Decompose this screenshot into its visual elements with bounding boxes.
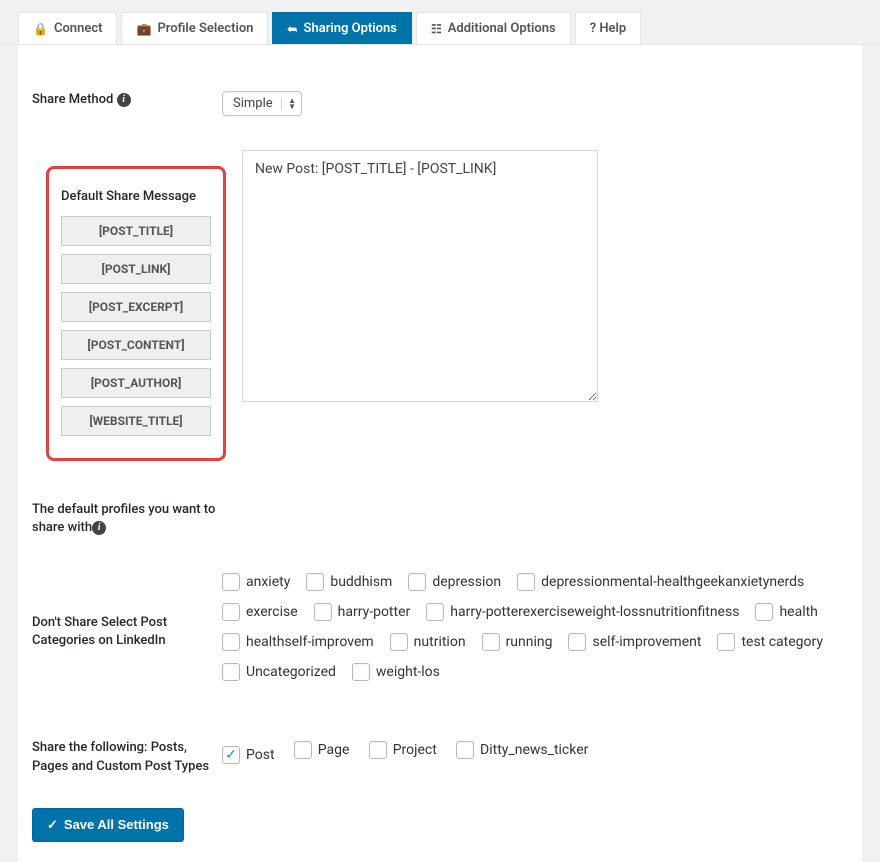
- tab-help[interactable]: ? Help: [575, 12, 642, 44]
- save-button-label: Save All Settings: [64, 817, 169, 832]
- tab-label: Sharing Options: [304, 21, 397, 36]
- info-icon[interactable]: i: [117, 93, 131, 107]
- category-item[interactable]: depressionmental-healthgeekanxietynerds: [517, 573, 804, 591]
- category-item[interactable]: depression: [408, 573, 501, 591]
- category-item[interactable]: running: [482, 633, 553, 651]
- checkbox-icon: [352, 663, 370, 681]
- category-item[interactable]: harry-potterexerciseweight-lossnutrition…: [426, 603, 739, 621]
- post-type-item[interactable]: Project: [369, 741, 437, 759]
- default-message-row: Default Share Message [POST_TITLE] [POST…: [18, 134, 862, 461]
- token-post-excerpt[interactable]: [POST_EXCERPT]: [61, 292, 211, 322]
- checkbox-icon: [369, 741, 387, 759]
- category-item[interactable]: buddhism: [306, 573, 392, 591]
- tab-connect[interactable]: 🔒 Connect: [18, 12, 117, 44]
- checkbox-icon: [755, 603, 773, 621]
- category-item[interactable]: health: [755, 603, 817, 621]
- check-icon: ✓: [47, 817, 58, 833]
- checkbox-icon: [482, 633, 500, 651]
- checkbox-icon: [294, 741, 312, 759]
- post-type-item[interactable]: Ditty_news_ticker: [456, 741, 588, 759]
- lock-icon: 🔒: [33, 22, 48, 36]
- checkbox-icon: [222, 633, 240, 651]
- post-types-list: ✓Post Page Project Ditty_news_ticker: [222, 741, 848, 774]
- tab-label: ? Help: [590, 21, 627, 36]
- info-icon[interactable]: i: [92, 521, 106, 535]
- category-item[interactable]: weight-los: [352, 663, 440, 681]
- post-type-item[interactable]: Page: [294, 741, 350, 759]
- tab-additional-options[interactable]: ☷ Additional Options: [416, 12, 571, 44]
- token-post-title[interactable]: [POST_TITLE]: [61, 216, 211, 246]
- briefcase-icon: 💼: [136, 22, 151, 36]
- profiles-row: The default profiles you want to share w…: [18, 461, 862, 555]
- checkbox-icon: [314, 603, 332, 621]
- share-method-row: Share Method i Simple ▲▼: [18, 55, 862, 134]
- tab-label: Additional Options: [448, 21, 556, 36]
- category-item[interactable]: Uncategorized: [222, 663, 336, 681]
- checkbox-icon: [456, 741, 474, 759]
- category-item[interactable]: exercise: [222, 603, 298, 621]
- post-types-label: Share the following: Posts, Pages and Cu…: [32, 739, 222, 775]
- categories-list: anxiety buddhism depression depressionme…: [222, 573, 848, 691]
- checkbox-icon: [517, 573, 535, 591]
- default-share-message-textarea[interactable]: [242, 150, 598, 402]
- checkbox-icon: [408, 573, 426, 591]
- profiles-label: The default profiles you want to share w…: [32, 501, 222, 537]
- token-website-title[interactable]: [WEBSITE_TITLE]: [61, 406, 211, 436]
- category-item[interactable]: healthself-improvem: [222, 633, 374, 651]
- select-arrows-icon: ▲▼: [281, 98, 299, 110]
- tab-label: Profile Selection: [157, 21, 253, 36]
- checkbox-icon: [568, 633, 586, 651]
- category-item[interactable]: anxiety: [222, 573, 290, 591]
- token-post-content[interactable]: [POST_CONTENT]: [61, 330, 211, 360]
- category-item[interactable]: nutrition: [390, 633, 466, 651]
- post-types-row: Share the following: Posts, Pages and Cu…: [18, 709, 862, 793]
- checkbox-icon: [222, 603, 240, 621]
- tab-label: Connect: [54, 21, 103, 36]
- category-item[interactable]: harry-potter: [314, 603, 411, 621]
- checkbox-icon: [222, 663, 240, 681]
- category-item[interactable]: self-improvement: [568, 633, 701, 651]
- share-icon: ➦: [287, 22, 297, 36]
- share-method-label: Share Method i: [32, 91, 222, 109]
- token-highlight-box: Default Share Message [POST_TITLE] [POST…: [46, 166, 226, 461]
- categories-row: Don't Share Select Post Categories on Li…: [18, 555, 862, 709]
- category-item[interactable]: test category: [717, 633, 823, 651]
- post-type-item[interactable]: ✓Post: [222, 746, 275, 764]
- tab-profile-selection[interactable]: 💼 Profile Selection: [121, 12, 268, 44]
- select-value: Simple: [233, 96, 273, 111]
- settings-panel: Share Method i Simple ▲▼ Default Share M…: [18, 45, 862, 862]
- checkbox-icon: ✓: [222, 746, 240, 764]
- tabs-nav: 🔒 Connect 💼 Profile Selection ➦ Sharing Opt…: [0, 0, 880, 45]
- sliders-icon: ☷: [431, 22, 442, 36]
- checkbox-icon: [426, 603, 444, 621]
- share-method-select[interactable]: Simple ▲▼: [222, 91, 302, 116]
- tab-sharing-options[interactable]: ➦ Sharing Options: [272, 12, 412, 44]
- save-all-settings-button[interactable]: ✓ Save All Settings: [32, 808, 184, 842]
- checkbox-icon: [306, 573, 324, 591]
- checkbox-icon: [222, 573, 240, 591]
- token-post-link[interactable]: [POST_LINK]: [61, 254, 211, 284]
- token-post-author[interactable]: [POST_AUTHOR]: [61, 368, 211, 398]
- categories-label: Don't Share Select Post Categories on Li…: [32, 614, 222, 650]
- checkbox-icon: [390, 633, 408, 651]
- default-share-message-label: Default Share Message: [61, 189, 211, 204]
- checkbox-icon: [717, 633, 735, 651]
